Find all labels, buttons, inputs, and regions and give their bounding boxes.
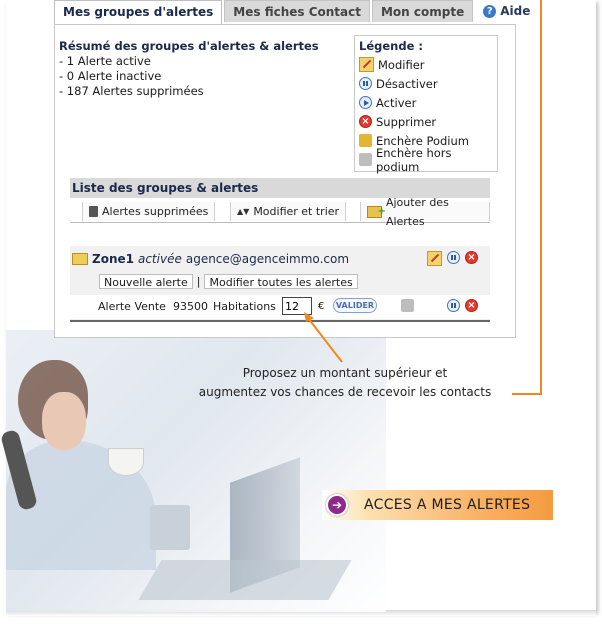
callout-text: Proposez un montant supérieur et augment… [190,364,500,402]
callout-line-2: augmentez vos chances de recevoir les co… [198,385,492,399]
callout-arrow [304,312,343,363]
arrow-right-icon: ➔ [326,494,348,516]
callout-line-1: Proposez un montant supérieur et [242,366,448,380]
access-alerts-button[interactable]: ➔ ACCES A MES ALERTES [322,490,553,520]
cta-label: ACCES A MES ALERTES [364,497,531,513]
